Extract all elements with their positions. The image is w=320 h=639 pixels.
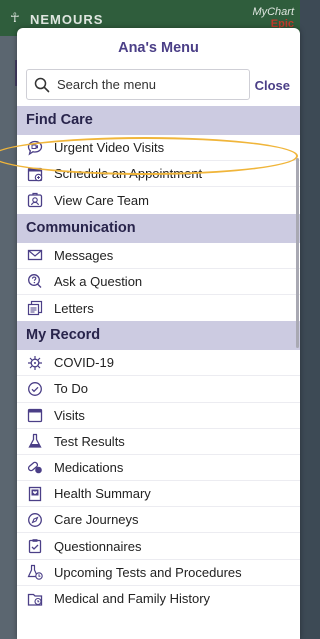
menu-item-label: Letters <box>54 300 94 316</box>
letters-icon <box>25 299 45 317</box>
section-communication: Communication <box>17 213 300 243</box>
menu-item-label: Ask a Question <box>54 273 143 289</box>
menu-item-schedule-appointment[interactable]: Schedule an Appointment <box>17 161 300 188</box>
section-my-record: My Record <box>17 321 300 351</box>
menu-item-letters[interactable]: Letters <box>17 295 300 321</box>
menu-item-to-do[interactable]: To Do <box>17 376 300 403</box>
search-input[interactable] <box>57 77 237 92</box>
menu-item-questionnaires[interactable]: Questionnaires <box>17 533 300 560</box>
menu-item-label: To Do <box>54 381 88 397</box>
menu-item-messages[interactable]: Messages <box>17 243 300 269</box>
menu-item-label: View Care Team <box>54 192 149 208</box>
question-chat-icon <box>25 272 45 290</box>
mychart-logo: MyChart Epic <box>252 6 294 30</box>
menu-item-medical-family-history[interactable]: Medical and Family History <box>17 586 300 612</box>
menu-item-label: Messages <box>54 247 114 263</box>
menu-item-label: Medications <box>54 459 124 475</box>
care-team-icon <box>25 191 45 209</box>
search-box[interactable] <box>26 69 250 100</box>
menu-item-covid-19[interactable]: COVID-19 <box>17 350 300 377</box>
menu-title: Ana's Menu <box>118 40 199 56</box>
menu-item-label: Health Summary <box>54 486 151 502</box>
menu-item-label: Urgent Video Visits <box>54 140 165 156</box>
video-chat-icon <box>25 139 45 157</box>
mychart-logo-text: MyChart <box>252 6 294 18</box>
menu-scrollbar[interactable] <box>296 158 299 348</box>
menu-item-label: Test Results <box>54 433 125 449</box>
menu-item-medications[interactable]: Medications <box>17 455 300 482</box>
flask-icon <box>25 432 45 450</box>
heart-card-icon <box>25 485 45 503</box>
pills-icon <box>25 458 45 476</box>
menu-panel: Ana's Menu Close Find Care Urgent Video … <box>17 28 300 639</box>
compass-icon <box>25 511 45 529</box>
menu-item-label: Questionnaires <box>54 538 142 554</box>
calendar-icon <box>25 406 45 424</box>
menu-item-upcoming-tests[interactable]: Upcoming Tests and Procedures <box>17 560 300 586</box>
section-find-care: Find Care <box>17 106 300 135</box>
virus-icon <box>25 354 45 372</box>
calendar-plus-icon <box>25 165 45 183</box>
close-button[interactable]: Close <box>255 78 290 93</box>
clipboard-check-icon <box>25 537 45 555</box>
menu-item-visits[interactable]: Visits <box>17 403 300 429</box>
menu-item-label: Schedule an Appointment <box>54 166 203 182</box>
menu-item-care-journeys[interactable]: Care Journeys <box>17 507 300 534</box>
menu-item-ask-question[interactable]: Ask a Question <box>17 269 300 295</box>
nemours-logo-icon: ☥ <box>10 10 20 25</box>
menu-item-label: Visits <box>54 407 85 423</box>
menu-item-urgent-video-visits[interactable]: Urgent Video Visits <box>17 135 300 162</box>
menu-item-health-summary[interactable]: Health Summary <box>17 481 300 508</box>
menu-item-label: Medical and Family History <box>54 591 211 607</box>
upcoming-flask-icon <box>25 563 45 581</box>
menu-item-test-results[interactable]: Test Results <box>17 429 300 455</box>
search-row: Close <box>17 66 300 106</box>
menu-item-label: Upcoming Tests and Procedures <box>54 564 242 580</box>
nemours-logo: NEMOURS <box>30 12 104 27</box>
menu-item-label: Care Journeys <box>54 512 139 528</box>
envelope-icon <box>25 246 45 264</box>
folder-clock-icon <box>25 590 45 608</box>
clock-check-icon <box>25 380 45 398</box>
menu-item-view-care-team[interactable]: View Care Team <box>17 187 300 213</box>
search-icon <box>27 77 57 93</box>
menu-item-label: COVID-19 <box>54 355 114 371</box>
